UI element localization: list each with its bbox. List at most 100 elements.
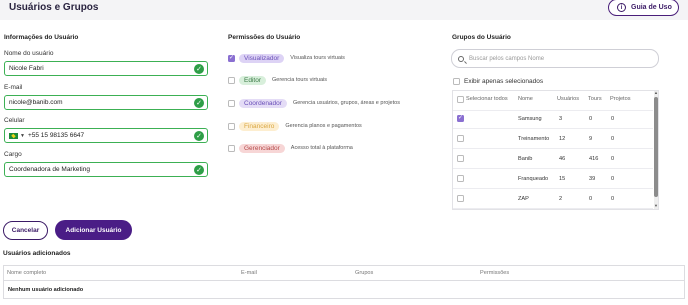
group-users-cell: 3 [559,116,563,122]
col-groups: Grupos [355,270,374,276]
phone-value: +55 15 98135 6647 [27,132,85,139]
group-users-cell: 12 [559,136,566,142]
chevron-down-icon[interactable]: ▼ [20,133,25,139]
permission-badge: Coordenador [239,98,287,108]
group-row[interactable]: ZAP 2 0 0 [453,189,653,209]
permission-badge: Visualizador [239,53,285,63]
only-selected-checkbox[interactable] [453,78,460,85]
group-users-cell: 46 [559,156,566,162]
group-tours-cell: 0 [589,116,593,122]
groups-table: Selecionar todos Nome Usuários Tours Pro… [452,90,659,210]
add-user-button[interactable]: Adicionar Usuário [55,220,132,240]
permission-badge: Gerenciador [239,143,285,153]
group-row[interactable]: Treinamento 12 9 0 [453,129,653,149]
cancel-button[interactable]: Cancelar [3,221,48,240]
permission-row[interactable]: Editor Gerencia tours virtuais [228,75,327,85]
header-bar [0,0,688,20]
name-value: Nicole Fabri [9,65,44,72]
group-projects-cell: 0 [611,116,615,122]
phone-field[interactable]: ▼ +55 15 98135 6647 ✓ [4,128,208,143]
select-all-checkbox[interactable] [457,96,464,103]
permission-badge: Financeiro [239,121,280,131]
group-tours-cell: 0 [589,196,593,202]
group-users-cell: 15 [559,176,566,182]
groups-title: Grupos do Usuário [452,34,511,41]
groups-scrollbar[interactable]: ▲ ▼ [654,91,658,209]
group-search-input[interactable]: Buscar pelos campos Nome [451,49,659,68]
valid-check-icon: ✓ [194,165,204,175]
role-label: Cargo [4,151,22,158]
col-select-all[interactable]: Selecionar todos [466,96,508,102]
permission-row[interactable]: Visualizador Visualiza tours virtuais [228,53,345,63]
user-info-title: Informações do Usuário [4,34,79,41]
permission-checkbox[interactable] [228,122,235,130]
permission-badge: Editor [239,75,266,85]
scroll-thumb[interactable] [654,97,658,197]
group-checkbox[interactable] [457,114,464,122]
name-label: Nome do usuário [4,50,54,57]
valid-check-icon: ✓ [194,64,204,74]
search-icon [458,55,464,62]
group-checkbox[interactable] [457,175,464,182]
col-email: E-mail [241,270,257,276]
permission-checkbox[interactable] [228,76,235,84]
permission-row[interactable]: Coordenador Gerencia usuários, grupos, ár… [228,98,400,108]
group-checkbox[interactable] [457,135,464,142]
permission-checkbox[interactable] [228,54,235,62]
phone-label: Celular [4,117,25,124]
group-tours-cell: 39 [589,176,596,182]
group-row[interactable]: Samsung 3 0 0 [453,109,653,129]
email-field[interactable]: nicole@banib.com ✓ [4,95,208,110]
group-name-cell: Franqueado [518,176,549,182]
group-projects-cell: 0 [611,176,615,182]
permissions-title: Permissões do Usuário [228,34,301,41]
permission-row[interactable]: Financeiro Gerencia planos e pagamentos [228,121,362,131]
col-users: Usuários [557,96,580,102]
col-name: Nome [518,96,533,102]
permission-checkbox[interactable] [228,144,235,152]
empty-message: Nenhum usuário adicionado [8,287,84,293]
group-projects-cell: 0 [611,196,615,202]
role-field[interactable]: Coordenadora de Marketing ✓ [4,162,208,177]
page-title: Usuários e Grupos [9,2,99,13]
group-name-cell: Banib [518,156,533,162]
added-users-title: Usuários adicionados [3,250,71,257]
group-name-cell: ZAP [518,196,529,202]
role-value: Coordenadora de Marketing [9,166,90,173]
permission-row[interactable]: Gerenciador Acesso total à plataforma [228,143,353,153]
col-full-name: Nome completo [7,270,47,276]
search-placeholder: Buscar pelos campos Nome [469,55,545,62]
permission-checkbox[interactable] [228,99,235,107]
group-checkbox[interactable] [457,195,464,202]
col-projects: Projetos [610,96,631,102]
group-row[interactable]: Franqueado 15 39 0 [453,169,653,189]
permission-description: Visualiza tours virtuais [290,55,345,61]
permission-description: Acesso total à plataforma [290,145,353,151]
group-projects-cell: 0 [611,136,615,142]
brazil-flag-icon[interactable] [9,132,18,139]
permission-description: Gerencia planos e pagamentos [285,123,362,129]
group-name-cell: Samsung [518,116,542,122]
permission-description: Gerencia usuários, grupos, áreas e proje… [292,100,400,106]
email-value: nicole@banib.com [9,99,63,106]
group-row[interactable]: Banib 46 416 0 [453,149,653,169]
guide-button[interactable]: i Guia de Uso [608,0,679,16]
valid-check-icon: ✓ [194,131,204,141]
col-permissions: Permissões [480,270,510,276]
col-tours: Tours [588,96,602,102]
name-field[interactable]: Nicole Fabri ✓ [4,61,208,76]
added-users-header: Nome completo E-mail Grupos Permissões [4,266,684,281]
scroll-up-icon[interactable]: ▲ [654,91,658,95]
guide-label: Guia de Uso [631,4,672,11]
info-icon: i [617,3,626,12]
email-label: E-mail [4,84,23,91]
scroll-down-icon[interactable]: ▼ [654,203,658,208]
group-projects-cell: 0 [611,156,615,162]
group-checkbox[interactable] [457,155,464,162]
only-selected-toggle[interactable]: Exibir apenas selecionados [453,78,543,85]
only-selected-label: Exibir apenas selecionados [464,78,544,85]
group-tours-cell: 416 [589,156,599,162]
group-name-cell: Treinamento [518,136,550,142]
permission-description: Gerencia tours virtuais [271,77,328,83]
group-tours-cell: 9 [589,136,593,142]
